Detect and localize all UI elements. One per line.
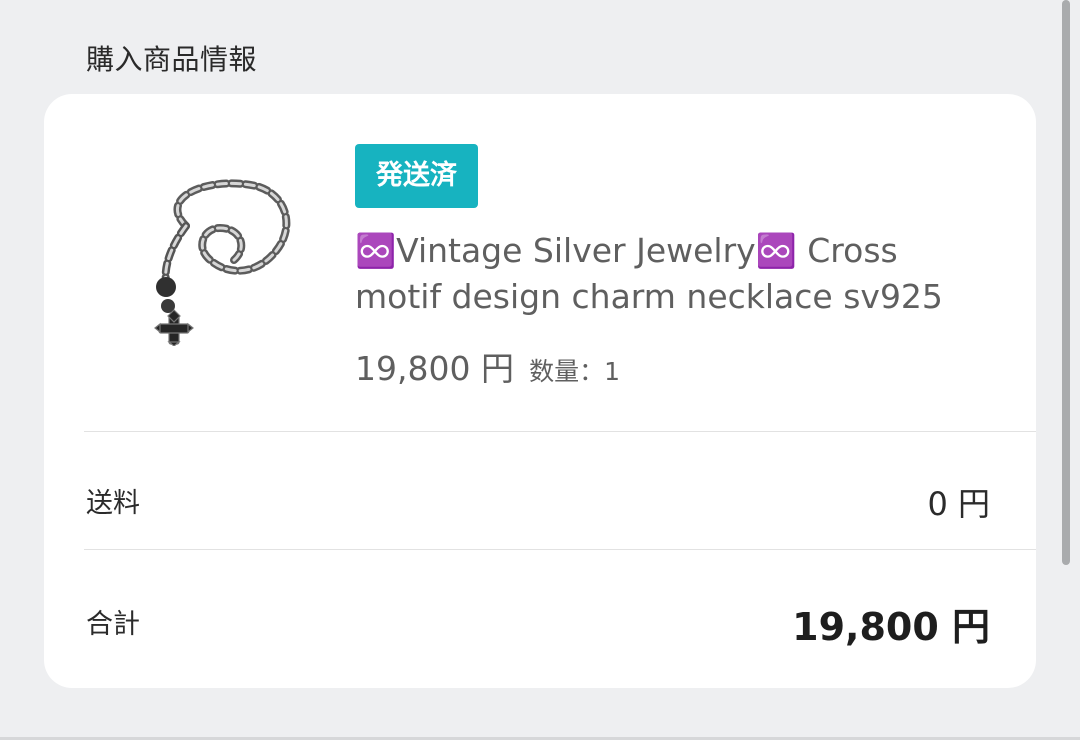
item-price: 19,800 円 (355, 349, 514, 388)
order-item-card: 発送済 ♾️Vintage Silver Jewelry♾️ Cross mot… (44, 94, 1036, 688)
divider (84, 549, 1036, 550)
status-badge: 発送済 (355, 144, 478, 208)
total-label: 合計 (86, 609, 140, 640)
price-row: 19,800 円 数量：1 (355, 342, 620, 390)
product-image[interactable] (116, 156, 296, 346)
shipping-value: 0 円 (927, 485, 990, 523)
item-quantity: 数量：1 (529, 357, 620, 386)
total-value: 19,800 円 (792, 605, 990, 649)
divider (84, 431, 1036, 432)
scrollbar[interactable] (1062, 0, 1070, 565)
product-title[interactable]: ♾️Vintage Silver Jewelry♾️ Cross motif d… (355, 228, 985, 320)
shipping-label: 送料 (86, 488, 140, 519)
section-title: 購入商品情報 (86, 43, 258, 76)
